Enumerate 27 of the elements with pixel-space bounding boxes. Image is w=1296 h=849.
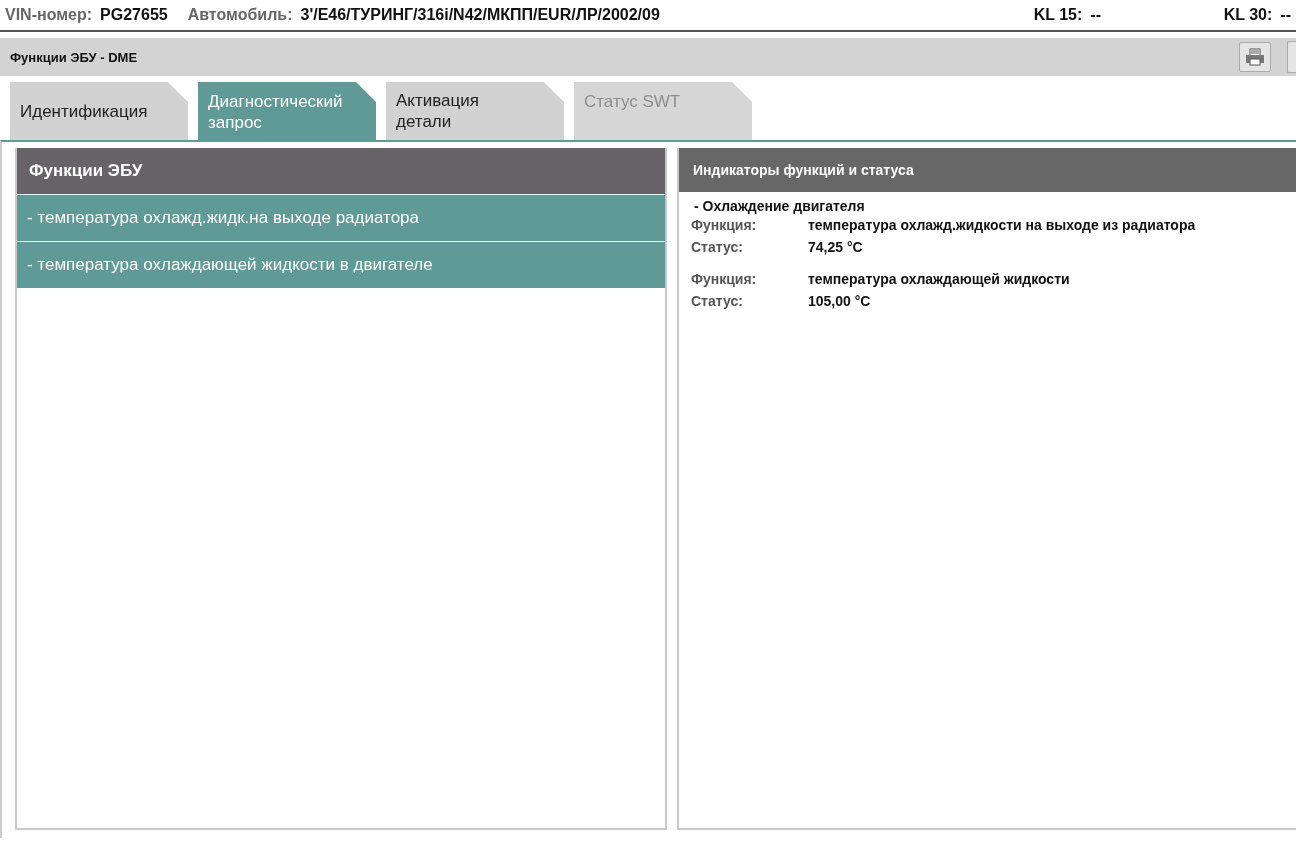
field-value: температура охлажд.жидкости на выходе из радиатора — [808, 217, 1196, 233]
tab[interactable]: Идентификация — [10, 82, 188, 140]
printer-icon — [1245, 48, 1265, 66]
field-label: Статус: — [691, 239, 744, 255]
function-item[interactable]: - температура охлаждающей жидкости в двигателе — [17, 241, 665, 288]
field-value: 105,00 °C — [808, 293, 871, 309]
function-item[interactable]: - температура охлажд.жидк.на выходе радиатора — [17, 194, 665, 241]
field-value: PG27655 — [100, 6, 168, 24]
field-label: Функция: — [691, 217, 758, 233]
field-label: Автомобиль: — [187, 6, 293, 24]
terminal-label: KL 15: — [1033, 6, 1083, 24]
terminal-value: -- — [1090, 6, 1101, 24]
field-value: температура охлаждающей жидкости — [808, 271, 1070, 287]
panel-header: Индикаторы функций и статуса — [679, 148, 1296, 192]
field-label: Функция: — [691, 271, 758, 287]
field-value: 3'/E46/ТУРИНГ/316i/N42/МКПП/EUR/ЛР/2002/09 — [300, 6, 660, 24]
print-button[interactable] — [1239, 42, 1271, 72]
panel-header: Функции ЭБУ — [17, 148, 665, 194]
field-label: Статус: — [691, 293, 744, 309]
field-label: VIN-номер: — [5, 6, 93, 24]
terminal-label: KL 30: — [1223, 6, 1273, 24]
window-title: Функции ЭБУ - DME — [10, 49, 138, 65]
terminal-value: -- — [1280, 6, 1291, 24]
group-heading: - Охлаждение двигателя — [693, 198, 866, 214]
tab[interactable]: Активация детали — [386, 82, 564, 140]
field-value: 74,25 °C — [808, 239, 863, 255]
tab[interactable]: Диагностический запрос — [198, 82, 376, 140]
